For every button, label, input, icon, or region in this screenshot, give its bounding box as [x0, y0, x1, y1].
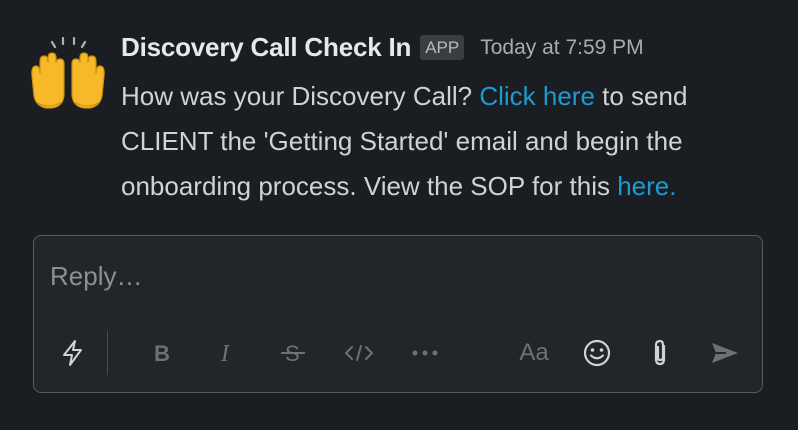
reply-composer: B I S Aa: [33, 235, 763, 393]
svg-text:I: I: [220, 341, 230, 365]
toolbar-divider: [107, 331, 108, 375]
sender-name[interactable]: Discovery Call Check In: [121, 32, 411, 63]
more-formatting-icon[interactable]: [405, 331, 445, 375]
italic-icon[interactable]: I: [210, 331, 244, 375]
message: Discovery Call Check In APP Today at 7:5…: [0, 0, 798, 220]
sop-here-link[interactable]: here.: [617, 171, 676, 201]
message-body: How was your Discovery Call? Click here …: [121, 74, 781, 209]
timestamp[interactable]: Today at 7:59 PM: [480, 36, 643, 60]
message-text-1: How was your Discovery Call?: [121, 81, 480, 111]
send-icon[interactable]: [706, 331, 744, 375]
shortcuts-icon[interactable]: [56, 331, 90, 375]
svg-text:B: B: [154, 341, 170, 365]
formatting-toggle[interactable]: Aa: [512, 331, 556, 375]
bold-icon[interactable]: B: [146, 331, 180, 375]
app-badge: APP: [420, 35, 465, 60]
click-here-link[interactable]: Click here: [479, 81, 595, 111]
message-header: Discovery Call Check In APP Today at 7:5…: [121, 32, 644, 63]
strikethrough-icon[interactable]: S: [274, 331, 312, 375]
reply-input[interactable]: [50, 258, 740, 294]
code-icon[interactable]: [339, 331, 379, 375]
raising-hands-emoji-icon[interactable]: [28, 36, 108, 112]
emoji-icon[interactable]: [579, 331, 615, 375]
composer-toolbar: B I S Aa: [34, 331, 764, 375]
attachment-icon[interactable]: [643, 331, 677, 375]
